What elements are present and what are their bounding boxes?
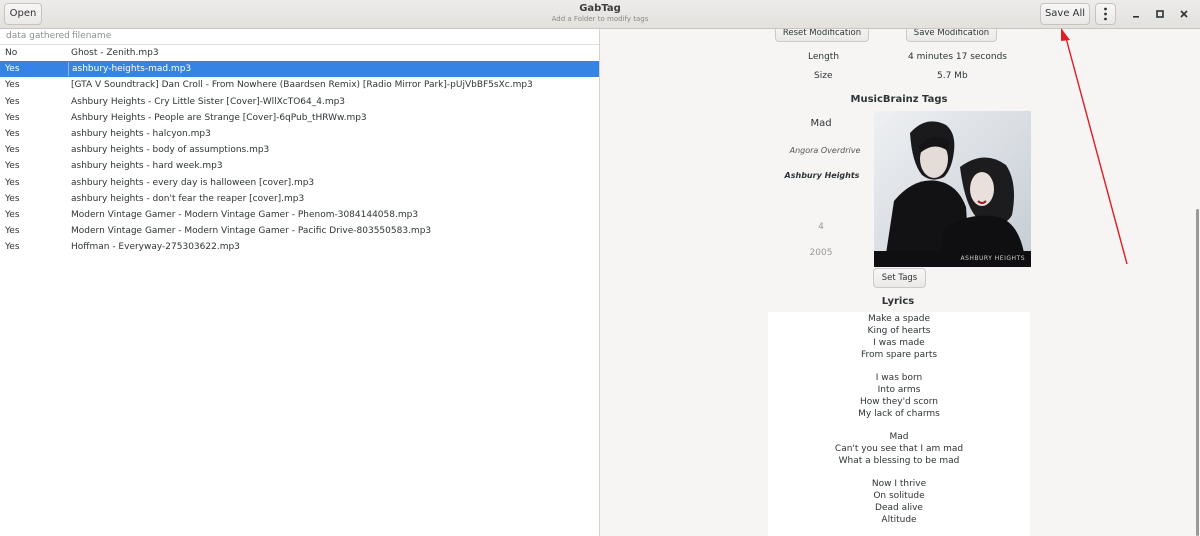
lyric-line: What a blessing to be mad xyxy=(838,456,960,466)
filename-cell: Modern Vintage Gamer - Modern Vintage Ga… xyxy=(71,226,432,237)
file-rows: No Ghost - Zenith.mp3 Yes ashbury-heights-… xyxy=(0,45,599,255)
data-gathered-cell: Yes xyxy=(5,242,20,253)
table-row[interactable]: Yes ashbury heights - body of assumptions… xyxy=(0,142,599,158)
filename-cell: ashbury heights - every day is halloween… xyxy=(71,177,315,188)
musicbrainz-title: MusicBrainz Tags xyxy=(850,94,948,105)
filename-cell: Hoffman - Everyway-275303622.mp3 xyxy=(71,242,240,253)
file-list-header: data gathered filename xyxy=(0,29,599,45)
table-row-selected[interactable]: Yes ashbury-heights-mad.mp3 xyxy=(0,61,599,78)
table-row[interactable]: Yes ashbury heights - halcyon.mp3 xyxy=(0,126,599,142)
data-gathered-cell: Yes xyxy=(5,128,20,139)
file-list: data gathered filename No Ghost - Zenith.… xyxy=(0,29,600,536)
lyric-line xyxy=(768,420,1030,431)
data-gathered-cell: Yes xyxy=(5,96,20,107)
filename-cell: ashbury-heights-mad.mp3 xyxy=(68,62,191,77)
filename-cell: ashbury heights - don't fear the reaper … xyxy=(71,193,305,204)
length-label: Length xyxy=(808,52,840,62)
lyrics-text-area[interactable]: Make a spade King of hearts I was made F… xyxy=(768,312,1030,536)
data-gathered-cell: Yes xyxy=(5,193,20,204)
reset-modification-button[interactable]: Reset Modification xyxy=(775,29,869,42)
lyric-line: From spare parts xyxy=(860,350,938,360)
table-row[interactable]: Yes ashbury heights - hard week.mp3 xyxy=(0,158,599,174)
lyric-line: How they'd scorn xyxy=(859,397,939,407)
minimize-button[interactable] xyxy=(1128,6,1144,22)
column-header-data-gathered[interactable]: data gathered xyxy=(6,31,70,41)
data-gathered-cell: Yes xyxy=(5,226,20,237)
lyric-line: Can't you see that I am mad xyxy=(834,444,964,454)
filename-cell: Ashbury Heights - People are Strange [Co… xyxy=(71,112,367,123)
maximize-button[interactable] xyxy=(1152,6,1168,22)
data-gathered-cell: Yes xyxy=(5,209,20,220)
lyric-line: King of hearts xyxy=(867,326,931,336)
filename-cell: ashbury heights - body of assumptions.mp… xyxy=(71,145,270,156)
data-gathered-cell: Yes xyxy=(5,112,20,123)
table-row[interactable]: Yes ashbury heights - every day is hallow… xyxy=(0,175,599,191)
mb-album: Angora Overdrive xyxy=(789,146,861,155)
filename-cell: [GTA V Soundtrack] Dan Croll - From Nowh… xyxy=(71,80,533,91)
mb-track-number: 4 xyxy=(818,222,824,232)
filename-cell: Ashbury Heights - Cry Little Sister [Cov… xyxy=(71,96,346,107)
header-bar: Open GabTag Add a Folder to modify tags … xyxy=(0,0,1200,29)
lyric-line: Altitude xyxy=(881,515,917,525)
table-row[interactable]: Yes Modern Vintage Gamer - Modern Vintage… xyxy=(0,207,599,223)
data-gathered-cell: Yes xyxy=(5,161,20,172)
lyric-line xyxy=(768,467,1030,478)
tag-details-panel: Reset Modification Save Modification Len… xyxy=(600,29,1200,536)
filename-cell: ashbury heights - halcyon.mp3 xyxy=(71,128,211,139)
mb-song-title: Mad xyxy=(810,118,832,129)
window-title: GabTag xyxy=(579,3,621,14)
table-row[interactable]: Yes Modern Vintage Gamer - Modern Vintage… xyxy=(0,223,599,239)
album-cover-image: ASHBURY HEIGHTS xyxy=(874,111,1031,267)
close-icon xyxy=(1180,10,1188,18)
data-gathered-cell: No xyxy=(5,48,18,58)
data-gathered-cell: Yes xyxy=(5,177,20,188)
length-value: 4 minutes 17 seconds xyxy=(908,52,1007,62)
lyric-line xyxy=(768,361,1030,372)
lyric-line: I was born xyxy=(875,373,923,383)
table-row[interactable]: Yes Ashbury Heights - Cry Little Sister [… xyxy=(0,94,599,110)
filename-cell: Ghost - Zenith.mp3 xyxy=(71,48,159,58)
menu-button[interactable] xyxy=(1095,3,1116,25)
lyrics-title: Lyrics xyxy=(881,296,915,307)
lyric-line: Make a spade xyxy=(867,314,931,324)
lyric-line: On solitude xyxy=(873,491,925,501)
window-subtitle: Add a Folder to modify tags xyxy=(551,15,649,23)
album-cover-art xyxy=(874,111,1031,267)
column-header-filename[interactable]: filename xyxy=(72,31,111,41)
maximize-icon xyxy=(1156,10,1164,18)
lyric-line: My lack of charms xyxy=(858,409,940,419)
table-row[interactable]: Yes ashbury heights - don't fear the reap… xyxy=(0,191,599,207)
mb-artist: Ashbury Heights xyxy=(784,171,860,180)
details-scrollbar[interactable] xyxy=(1196,209,1199,536)
set-tags-button[interactable]: Set Tags xyxy=(873,268,926,288)
size-value: 5.7 Mb xyxy=(937,71,968,81)
save-all-button[interactable]: Save All xyxy=(1040,3,1090,25)
minimize-icon xyxy=(1133,16,1139,18)
data-gathered-cell: Yes xyxy=(5,80,20,91)
close-button[interactable] xyxy=(1176,6,1192,22)
lyric-line: I was made xyxy=(873,338,925,348)
cover-band-name: ASHBURY HEIGHTS xyxy=(960,255,1025,262)
size-label: Size xyxy=(814,71,833,81)
filename-cell: Modern Vintage Gamer - Modern Vintage Ga… xyxy=(71,209,419,220)
table-row[interactable]: Yes Hoffman - Everyway-275303622.mp3 xyxy=(0,239,599,255)
table-row[interactable]: Yes [GTA V Soundtrack] Dan Croll - From N… xyxy=(0,77,599,93)
save-modification-button[interactable]: Save Modification xyxy=(906,29,997,42)
mb-year: 2005 xyxy=(809,248,833,258)
data-gathered-cell: Yes xyxy=(5,64,20,75)
kebab-menu-icon xyxy=(1104,7,1107,21)
lyric-line: Mad xyxy=(889,432,909,442)
lyric-line: Now I thrive xyxy=(871,479,927,489)
table-row[interactable]: No Ghost - Zenith.mp3 xyxy=(0,45,599,61)
table-row[interactable]: Yes Ashbury Heights - People are Strange … xyxy=(0,110,599,126)
lyric-line: Dead alive xyxy=(875,503,923,513)
lyric-line: Into arms xyxy=(877,385,921,395)
data-gathered-cell: Yes xyxy=(5,145,20,156)
filename-cell: ashbury heights - hard week.mp3 xyxy=(71,161,223,172)
